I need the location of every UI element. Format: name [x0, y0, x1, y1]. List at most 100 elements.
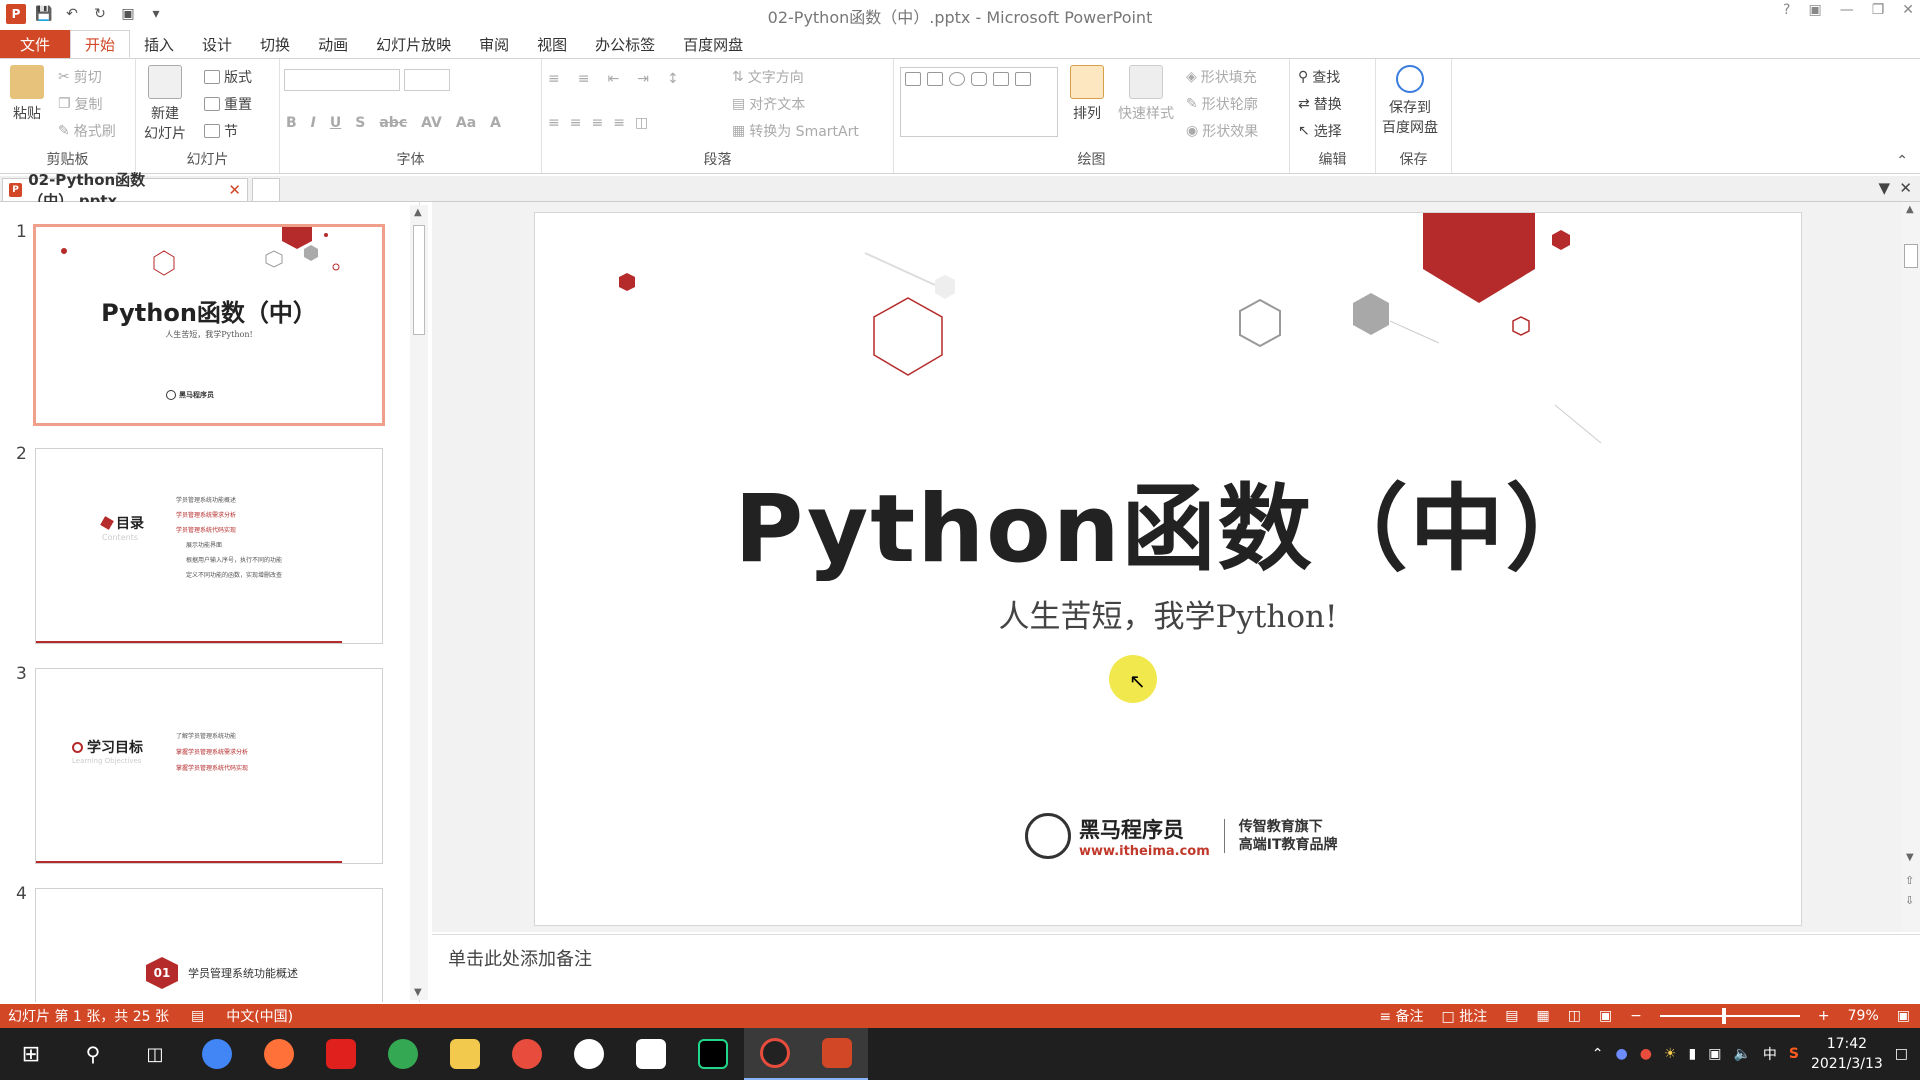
close-icon[interactable]: ✕ [1902, 2, 1914, 18]
spellcheck-icon[interactable]: ▤ [191, 1008, 204, 1024]
shape-fill-button[interactable]: ◈ 形状填充 [1186, 67, 1257, 87]
format-painter-button[interactable]: ✎ 格式刷 [58, 121, 116, 141]
comments-toggle-button[interactable]: □ 批注 [1442, 1006, 1488, 1026]
notes-placeholder[interactable]: 单击此处添加备注 [448, 945, 592, 971]
scroll-down-icon[interactable]: ▼ [414, 987, 422, 998]
tab-review[interactable]: 审阅 [465, 30, 523, 58]
scroll-up-icon[interactable]: ▲ [1906, 204, 1914, 215]
taskbar-timer[interactable] [558, 1028, 620, 1080]
thumbnails-scrollbar[interactable]: ▲ ▼ [410, 205, 428, 1000]
reading-view-icon[interactable]: ◫ [1568, 1008, 1581, 1024]
network-icon[interactable]: ▣ [1708, 1046, 1721, 1062]
slideshow-view-icon[interactable]: ▣ [1599, 1008, 1612, 1024]
line-spacing-icon[interactable]: ↕ [667, 71, 679, 87]
help-icon[interactable]: ? [1783, 2, 1790, 18]
shape-outline-button[interactable]: ✎ 形状轮廓 [1186, 94, 1258, 114]
start-button[interactable]: ⊞ [0, 1028, 62, 1080]
taskbar-powerpoint[interactable] [806, 1028, 868, 1080]
save-to-baidu-button[interactable]: 保存到 百度网盘 [1382, 65, 1438, 137]
columns-icon[interactable]: ◫ [635, 115, 648, 131]
search-button[interactable]: ⚲ [62, 1028, 124, 1080]
tab-slideshow[interactable]: 幻灯片放映 [362, 30, 465, 58]
taskbar-firefox[interactable] [248, 1028, 310, 1080]
ime-indicator[interactable]: 中 [1763, 1044, 1777, 1064]
rectangle-shape-icon[interactable] [927, 72, 943, 86]
align-center-icon[interactable]: ≡ [570, 115, 582, 131]
shape-effects-button[interactable]: ◉ 形状效果 [1186, 121, 1258, 141]
slide-thumbnail-1[interactable]: Python函数（中） 人生苦短，我学Python! 黑马程序员 [33, 224, 385, 426]
editor-scrollbar[interactable]: ▲ ▼ ⇧ ⇩ [1902, 202, 1920, 932]
justify-icon[interactable]: ≡ [613, 115, 625, 131]
fit-to-window-icon[interactable]: ▣ [1897, 1008, 1910, 1024]
taskbar-pycharm[interactable] [682, 1028, 744, 1080]
zoom-slider-knob[interactable] [1721, 1008, 1726, 1024]
clock[interactable]: 17:42 2021/3/13 [1811, 1034, 1883, 1074]
zoom-in-icon[interactable]: + [1818, 1008, 1830, 1024]
section-button[interactable]: 节 [204, 121, 238, 141]
tab-design[interactable]: 设计 [188, 30, 246, 58]
increase-indent-icon[interactable]: ⇥ [637, 71, 649, 87]
normal-view-icon[interactable]: ▤ [1505, 1008, 1518, 1024]
slide-title[interactable]: Python函数（中） [535, 453, 1801, 589]
numbering-icon[interactable]: ≡ [578, 71, 590, 87]
arrow-shape-icon[interactable] [1015, 72, 1031, 86]
tab-list-icon[interactable]: ▼ [1878, 179, 1890, 197]
action-center-icon[interactable]: □ [1895, 1046, 1908, 1062]
font-color-icon[interactable]: A [490, 115, 501, 131]
slide-thumbnail-2[interactable]: 目录 Contents 学员管理系统功能概述 学员管理系统需求分析 学员管理系统… [35, 448, 383, 644]
paste-button[interactable]: 粘贴 [10, 65, 44, 123]
close-doc-icon[interactable]: ✕ [1899, 179, 1912, 197]
find-button[interactable]: ⚲ 查找 [1298, 67, 1340, 87]
scroll-thumb[interactable] [413, 225, 425, 335]
show-hidden-icons[interactable]: ⌃ [1592, 1046, 1604, 1062]
ribbon-display-icon[interactable]: ▣ [1808, 2, 1821, 18]
tab-insert[interactable]: 插入 [130, 30, 188, 58]
change-case-icon[interactable]: Aa [456, 115, 476, 131]
underline-icon[interactable]: U [330, 115, 341, 131]
strikethrough-icon[interactable]: abc [379, 115, 407, 131]
slide-sorter-icon[interactable]: ▦ [1536, 1008, 1549, 1024]
taskbar-youdao[interactable] [310, 1028, 372, 1080]
battery-icon[interactable]: ▮ [1688, 1046, 1696, 1062]
quick-styles-button[interactable]: 快速样式 [1118, 65, 1174, 123]
shapes-gallery[interactable] [900, 67, 1058, 137]
next-slide-icon[interactable]: ⇩ [1905, 894, 1914, 907]
tab-home[interactable]: 开始 [70, 30, 131, 58]
close-tab-icon[interactable]: ✕ [228, 181, 241, 199]
sogou-ime-icon[interactable]: S [1789, 1046, 1799, 1062]
bullets-icon[interactable]: ≡ [548, 71, 560, 87]
taskbar-explorer[interactable] [434, 1028, 496, 1080]
italic-icon[interactable]: I [311, 115, 316, 131]
select-button[interactable]: ↖ 选择 [1298, 121, 1342, 141]
restore-icon[interactable]: ❐ [1872, 2, 1885, 18]
notes-pane[interactable]: 单击此处添加备注 [432, 934, 1920, 1004]
font-size-select[interactable] [404, 69, 450, 91]
taskbar-recorder[interactable] [744, 1028, 806, 1080]
taskbar-typora[interactable] [620, 1028, 682, 1080]
tab-office-tabs[interactable]: 办公标签 [581, 30, 669, 58]
notes-toggle-button[interactable]: ≡ 备注 [1379, 1006, 1423, 1026]
font-name-select[interactable] [284, 69, 400, 91]
oval-shape-icon[interactable] [949, 72, 965, 86]
zoom-slider[interactable] [1659, 1008, 1800, 1024]
copy-button[interactable]: ❐ 复制 [58, 94, 103, 114]
task-view-button[interactable]: ◫ [124, 1028, 186, 1080]
tab-animations[interactable]: 动画 [304, 30, 362, 58]
align-text-button[interactable]: ▤ 对齐文本 [732, 94, 805, 114]
tray-app-icon[interactable]: ● [1615, 1046, 1627, 1062]
volume-icon[interactable]: 🔈 [1733, 1046, 1750, 1062]
tray-weather-icon[interactable]: ☀ [1664, 1046, 1677, 1062]
reset-button[interactable]: 重置 [204, 94, 252, 114]
scroll-up-icon[interactable]: ▲ [414, 207, 422, 218]
tab-file[interactable]: 文件 [0, 30, 70, 58]
minimize-icon[interactable]: — [1840, 2, 1854, 18]
taskbar-chrome[interactable] [186, 1028, 248, 1080]
slide-thumbnail-3[interactable]: 学习目标 Learning Objectives 了解学员管理系统功能 掌握学员… [35, 668, 383, 864]
new-tab-button[interactable] [252, 178, 280, 201]
tab-transitions[interactable]: 切换 [246, 30, 304, 58]
triangle-shape-icon[interactable] [993, 72, 1009, 86]
decrease-indent-icon[interactable]: ⇤ [607, 71, 619, 87]
slide-canvas[interactable]: Python函数（中） 人生苦短，我学Python! 黑马程序员 www.ith… [534, 212, 1802, 926]
zoom-level[interactable]: 79% [1848, 1008, 1879, 1024]
previous-slide-icon[interactable]: ⇧ [1905, 874, 1914, 887]
